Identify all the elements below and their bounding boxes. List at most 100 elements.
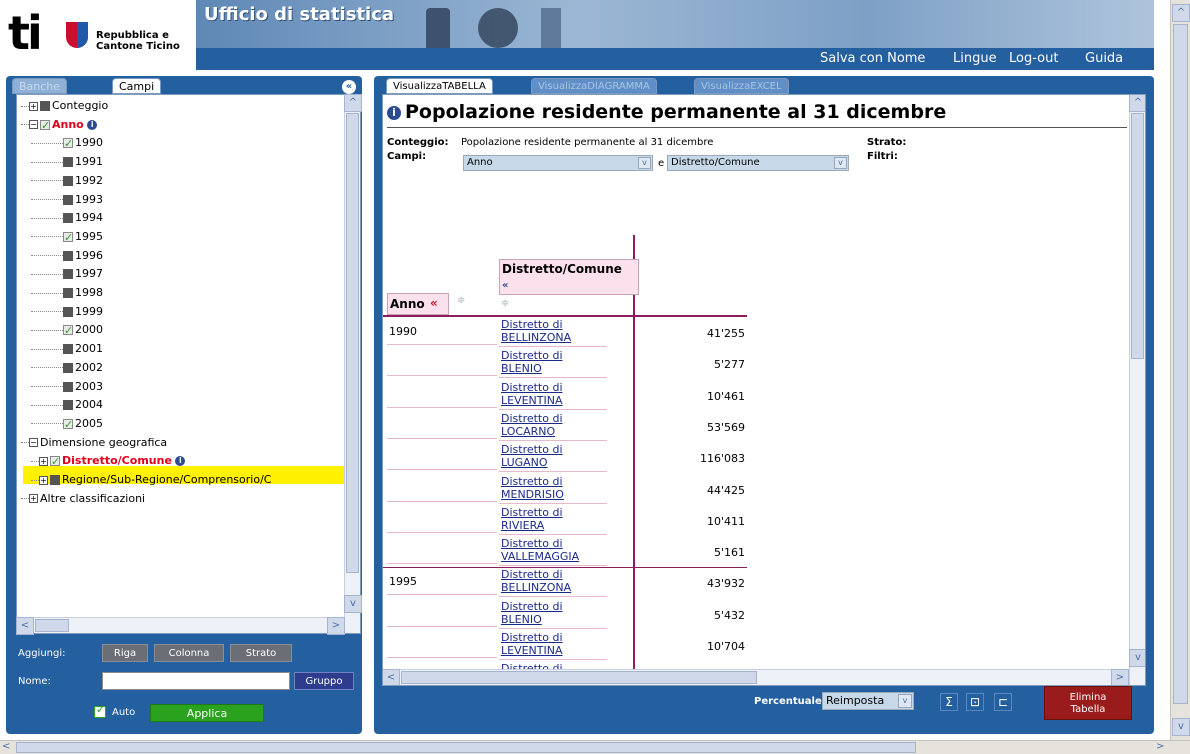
page-vertical-scrollbar[interactable]: ^ v (1170, 0, 1190, 740)
district-link[interactable]: LEVENTINA (501, 645, 563, 656)
district-prefix[interactable]: Distretto di (501, 319, 563, 330)
nav-lingue[interactable]: Lingue (953, 51, 997, 66)
tree-node[interactable]: 2002 (31, 359, 103, 377)
tree-node[interactable]: 2003 (31, 378, 103, 396)
tree-node[interactable]: 2004 (31, 396, 103, 414)
tree-node[interactable]: 1998 (31, 284, 103, 302)
district-prefix[interactable]: Distretto di (501, 444, 563, 455)
district-link[interactable]: BLENIO (501, 363, 542, 374)
campo2-select[interactable]: Distretto/Comune v (667, 155, 849, 171)
gruppo-button[interactable]: Gruppo (294, 672, 354, 690)
district-link[interactable]: VALLEMAGGIA (501, 551, 579, 562)
campo1-select[interactable]: Anno v (463, 155, 653, 171)
table-horizontal-scrollbar[interactable]: < > (383, 669, 1129, 685)
tree-node[interactable]: 1996 (31, 247, 103, 265)
scroll-up-icon[interactable]: ^ (1129, 95, 1145, 112)
row-sort-icon[interactable]: ≑ (457, 295, 465, 306)
expand-icon[interactable]: + (29, 494, 38, 504)
table-vertical-scrollbar[interactable]: ^ v (1129, 95, 1145, 685)
checkbox-unchecked-icon[interactable] (63, 306, 73, 317)
tree-node[interactable]: 1999 (31, 303, 103, 321)
checkbox-checked-icon[interactable] (50, 453, 60, 471)
scroll-right-icon[interactable]: > (327, 617, 345, 635)
tree-vertical-scrollbar[interactable]: ^ v (344, 94, 362, 633)
tab-banche-dati[interactable]: Banche dati (12, 78, 68, 109)
nav-guida[interactable]: Guida (1085, 51, 1123, 66)
scroll-down-icon[interactable]: v (1172, 718, 1190, 736)
checkbox-unchecked-icon[interactable] (40, 101, 50, 111)
checkbox-checked-icon[interactable] (63, 229, 73, 247)
page-horizontal-scrollbar[interactable]: < > (0, 740, 1190, 754)
district-prefix[interactable]: Distretto di (501, 382, 563, 393)
tree-node[interactable]: 1997 (31, 265, 103, 283)
checkbox-unchecked-icon[interactable] (63, 194, 73, 205)
elimina-tabella-button[interactable]: Elimina Tabella (1044, 686, 1132, 720)
tree-hscroll-thumb[interactable] (35, 619, 69, 632)
checkbox-checked-icon[interactable] (63, 416, 73, 434)
checkbox-unchecked-icon[interactable] (63, 344, 73, 355)
percentuale-select[interactable]: Reimposta v (822, 692, 914, 710)
info-icon[interactable]: i (387, 106, 401, 120)
district-link[interactable]: RIVIERA (501, 520, 544, 531)
collapse-panel-icon[interactable]: « (342, 80, 356, 94)
district-link[interactable]: BELLINZONA (501, 332, 571, 343)
scroll-up-icon[interactable]: ^ (1172, 4, 1190, 22)
table-hscroll-thumb[interactable] (401, 671, 757, 684)
row-header-collapse-icon[interactable]: « (430, 296, 438, 310)
district-link[interactable]: BLENIO (501, 614, 542, 625)
tree-node[interactable]: 2000 (31, 321, 103, 340)
collapse-icon[interactable]: − (29, 120, 38, 130)
chevron-down-icon[interactable]: v (898, 694, 912, 708)
tree-node[interactable]: 2001 (31, 340, 103, 358)
scroll-down-icon[interactable]: v (344, 595, 362, 613)
layout-icon[interactable]: ⊏ (994, 693, 1012, 711)
riga-button[interactable]: Riga (102, 644, 148, 662)
nome-input[interactable] (102, 672, 290, 690)
checkbox-unchecked-icon[interactable] (50, 475, 60, 485)
checkbox-checked-icon[interactable] (40, 117, 50, 135)
tree-horizontal-scrollbar[interactable]: < > (16, 617, 345, 635)
page-hscroll-thumb[interactable] (16, 742, 916, 753)
table-scroll-thumb[interactable] (1131, 113, 1144, 359)
expand-icon[interactable]: + (39, 475, 48, 485)
checkbox-unchecked-icon[interactable] (63, 213, 73, 224)
info-icon[interactable]: i (87, 119, 98, 130)
tree-node[interactable]: 1994 (31, 209, 103, 227)
tab-visualizza-tabella[interactable]: VisualizzaTABELLA (386, 78, 493, 94)
chevron-down-icon[interactable]: v (834, 157, 847, 169)
scroll-up-icon[interactable]: ^ (344, 94, 362, 112)
checkbox-unchecked-icon[interactable] (63, 157, 73, 168)
tree-node[interactable]: + Conteggio (21, 97, 108, 115)
tree-scroll-thumb[interactable] (346, 113, 359, 573)
tree-node[interactable]: 2005 (31, 415, 103, 434)
tree-node[interactable]: 1993 (31, 191, 103, 209)
tab-visualizza-diagramma[interactable]: VisualizzaDIAGRAMMA (531, 78, 657, 94)
auto-checkbox[interactable] (94, 703, 106, 718)
tree-node[interactable]: − Dimensione geografica (21, 434, 167, 452)
collapse-icon[interactable]: − (29, 438, 38, 448)
district-prefix[interactable]: Distretto di (501, 538, 563, 549)
district-prefix[interactable]: Distretto di (501, 350, 563, 361)
district-link[interactable]: LOCARNO (501, 426, 555, 437)
applica-button[interactable]: Applica (150, 704, 264, 722)
tree-node[interactable]: 1991 (31, 153, 103, 171)
checkbox-unchecked-icon[interactable] (63, 288, 73, 298)
sum-icon[interactable]: Σ (940, 693, 958, 711)
district-prefix[interactable]: Distretto di (501, 601, 563, 612)
transpose-icon[interactable]: ⊡ (966, 693, 984, 711)
scroll-right-icon[interactable]: > (1156, 741, 1168, 753)
checkbox-unchecked-icon[interactable] (63, 269, 73, 280)
checkbox-unchecked-icon[interactable] (63, 362, 73, 373)
checkbox-checked-icon[interactable] (63, 322, 73, 340)
checkbox-checked-icon[interactable] (63, 135, 73, 153)
tree-node[interactable]: + Altre classificazioni (21, 490, 145, 508)
tree-node[interactable]: + Regione/Sub-Regione/Comprensorio/C (31, 471, 271, 489)
tree-node[interactable]: 1995 (31, 228, 103, 247)
colonna-button[interactable]: Colonna (154, 644, 224, 662)
info-icon[interactable]: i (175, 456, 186, 467)
tab-visualizza-excel[interactable]: VisualizzaEXCEL (694, 78, 789, 94)
district-link[interactable]: LEVENTINA (501, 395, 563, 406)
district-prefix[interactable]: Distretto di (501, 569, 563, 580)
district-link[interactable]: MENDRISIO (501, 489, 564, 500)
checkbox-unchecked-icon[interactable] (63, 250, 73, 261)
